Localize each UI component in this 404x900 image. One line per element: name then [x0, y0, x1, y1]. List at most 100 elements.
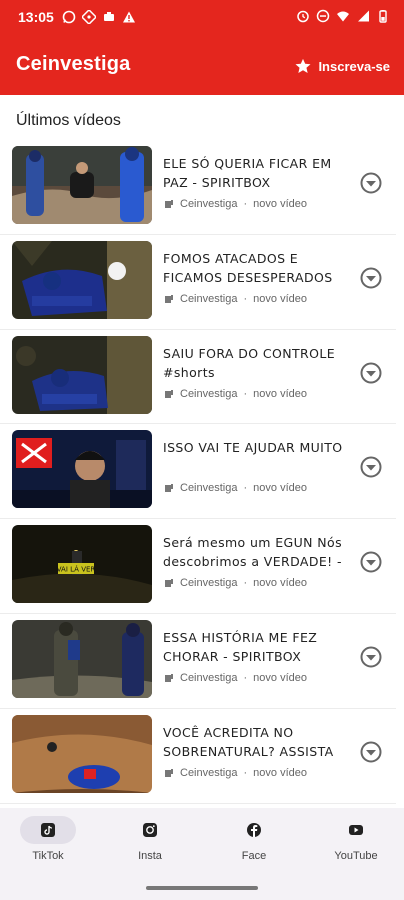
channel-name: Ceinvestiga	[180, 577, 238, 590]
subscribe-label: Inscreva-se	[318, 58, 390, 74]
nav-label: YouTube	[334, 850, 378, 862]
video-thumbnail[interactable]	[12, 146, 152, 224]
video-meta: Ceinvestiga · novo vídeo	[164, 672, 307, 684]
channel-name: Ceinvestiga	[180, 387, 238, 400]
meta-separator: ·	[243, 198, 248, 210]
thumbnail-caption: VAI LÁ VER	[57, 565, 96, 574]
nav-pill	[226, 816, 282, 844]
video-title: SAIU FORA DO CONTROLE #shorts	[163, 345, 336, 380]
video-badge: novo vídeo	[253, 198, 307, 210]
channel-name: Ceinvestiga	[180, 671, 238, 684]
star-icon	[295, 58, 311, 73]
youtube-icon	[349, 825, 363, 835]
nav-pill	[20, 816, 76, 844]
video-meta: Ceinvestiga · novo vídeo	[164, 293, 307, 305]
video-meta: Ceinvestiga · novo vídeo	[164, 482, 307, 494]
nav-label: TikTok	[32, 850, 64, 862]
video-title: ESSA HISTÓRIA ME FEZ CHORAR - SPIRITBOX	[163, 629, 318, 664]
app-bar: Ceinvestiga Inscreva-se	[0, 38, 404, 95]
video-item[interactable]: SAIU FORA DO CONTROLE #shorts Ceinvestig…	[0, 330, 396, 425]
chevron-down-icon[interactable]	[359, 455, 383, 479]
video-thumbnail[interactable]	[12, 619, 152, 698]
video-item[interactable]: VAI LÁ VER Será mesmo um EGUN Nós descob…	[0, 519, 396, 614]
video-list: ELE SÓ QUERIA FICAR EM PAZ - SPIRITBOX C…	[0, 140, 404, 804]
chevron-down-icon[interactable]	[359, 171, 383, 195]
channel-icon	[165, 294, 173, 303]
video-title: ELE SÓ QUERIA FICAR EM PAZ - SPIRITBOX	[163, 156, 332, 190]
video-title: VOCÊ ACREDITA NO SOBRENATURAL? ASSISTA O	[163, 724, 334, 759]
nav-label: Face	[241, 850, 267, 862]
tiktok-icon	[41, 823, 55, 837]
nav-pill	[328, 816, 384, 844]
nav-item-youtube[interactable]: YouTube	[316, 816, 396, 862]
video-meta: Ceinvestiga · novo vídeo	[164, 388, 307, 400]
nav-item-face[interactable]: Face	[214, 816, 294, 862]
channel-icon	[165, 768, 173, 777]
video-thumbnail[interactable]	[12, 240, 152, 319]
chevron-down-icon[interactable]	[359, 740, 383, 764]
video-item[interactable]: ELE SÓ QUERIA FICAR EM PAZ - SPIRITBOX C…	[0, 140, 396, 235]
chevron-down-icon[interactable]	[359, 550, 383, 574]
alarm-icon	[296, 9, 310, 25]
video-meta: Ceinvestiga · novo vídeo	[164, 577, 307, 589]
status-right-icons	[296, 9, 390, 25]
signal-icon	[356, 9, 370, 25]
recording-icon	[102, 10, 116, 26]
meta-separator: ·	[243, 387, 248, 400]
subscribe-button[interactable]: Inscreva-se	[294, 57, 390, 75]
dnd-icon	[316, 9, 330, 25]
home-indicator[interactable]	[146, 886, 258, 890]
channel-name: Ceinvestiga	[180, 292, 238, 305]
nav-item-tiktok[interactable]: TikTok	[8, 816, 88, 862]
warning-icon	[122, 10, 136, 26]
video-item[interactable]: ISSO VAI TE AJUDAR MUITO Ceinvestiga · n…	[0, 424, 396, 520]
video-thumbnail[interactable]: VAI LÁ VER	[12, 525, 152, 604]
video-thumbnail[interactable]	[12, 430, 152, 509]
video-meta: Ceinvestiga · novo vídeo	[164, 767, 307, 779]
video-item[interactable]: VOCÊ ACREDITA NO SOBRENATURAL? ASSISTA O…	[0, 709, 396, 804]
video-badge: novo vídeo	[253, 671, 307, 684]
nav-item-insta[interactable]: Insta	[110, 816, 190, 862]
chevron-down-icon[interactable]	[359, 361, 383, 385]
video-meta: Ceinvestiga · novo vídeo	[164, 198, 307, 210]
video-title: FOMOS ATACADOS E FICAMOS DESESPERADOS	[163, 250, 333, 285]
section-title: Últimos vídeos	[16, 112, 121, 129]
video-badge: novo vídeo	[253, 387, 307, 400]
video-title: Será mesmo um EGUN Nós descobrimos a VER…	[163, 535, 343, 570]
channel-name: Ceinvestiga	[180, 766, 238, 779]
video-badge: novo vídeo	[253, 577, 307, 590]
instagram-icon	[143, 823, 157, 837]
video-item[interactable]: FOMOS ATACADOS E FICAMOS DESESPERADOS Ce…	[0, 235, 396, 330]
channel-name: Ceinvestiga	[180, 198, 238, 210]
video-badge: novo vídeo	[253, 292, 307, 305]
nav-label: Insta	[138, 850, 162, 862]
app-title: Ceinvestiga	[16, 53, 131, 75]
channel-name: Ceinvestiga	[180, 482, 238, 495]
whatsapp-icon	[62, 10, 76, 26]
video-badge: novo vídeo	[253, 766, 307, 779]
video-thumbnail[interactable]	[12, 335, 152, 414]
channel-icon	[165, 200, 173, 208]
video-title: ISSO VAI TE AJUDAR MUITO	[163, 440, 343, 456]
channel-icon	[165, 579, 173, 588]
network-icon	[80, 8, 98, 26]
status-time: 13:05	[18, 9, 54, 25]
channel-icon	[165, 389, 173, 398]
wifi-icon	[336, 9, 350, 25]
battery-icon	[376, 9, 390, 25]
meta-separator: ·	[243, 577, 248, 590]
channel-icon	[165, 484, 173, 493]
meta-separator: ·	[243, 292, 248, 305]
meta-separator: ·	[243, 482, 248, 495]
nav-pill	[122, 816, 178, 844]
video-thumbnail[interactable]	[12, 714, 152, 793]
video-badge: novo vídeo	[253, 482, 307, 495]
chevron-down-icon[interactable]	[359, 645, 383, 669]
chevron-down-icon[interactable]	[359, 266, 383, 290]
channel-icon	[165, 673, 173, 682]
status-left-icons	[62, 8, 136, 26]
meta-separator: ·	[243, 671, 248, 684]
facebook-icon	[247, 823, 261, 837]
meta-separator: ·	[243, 766, 248, 779]
video-item[interactable]: ESSA HISTÓRIA ME FEZ CHORAR - SPIRITBOX …	[0, 614, 396, 709]
